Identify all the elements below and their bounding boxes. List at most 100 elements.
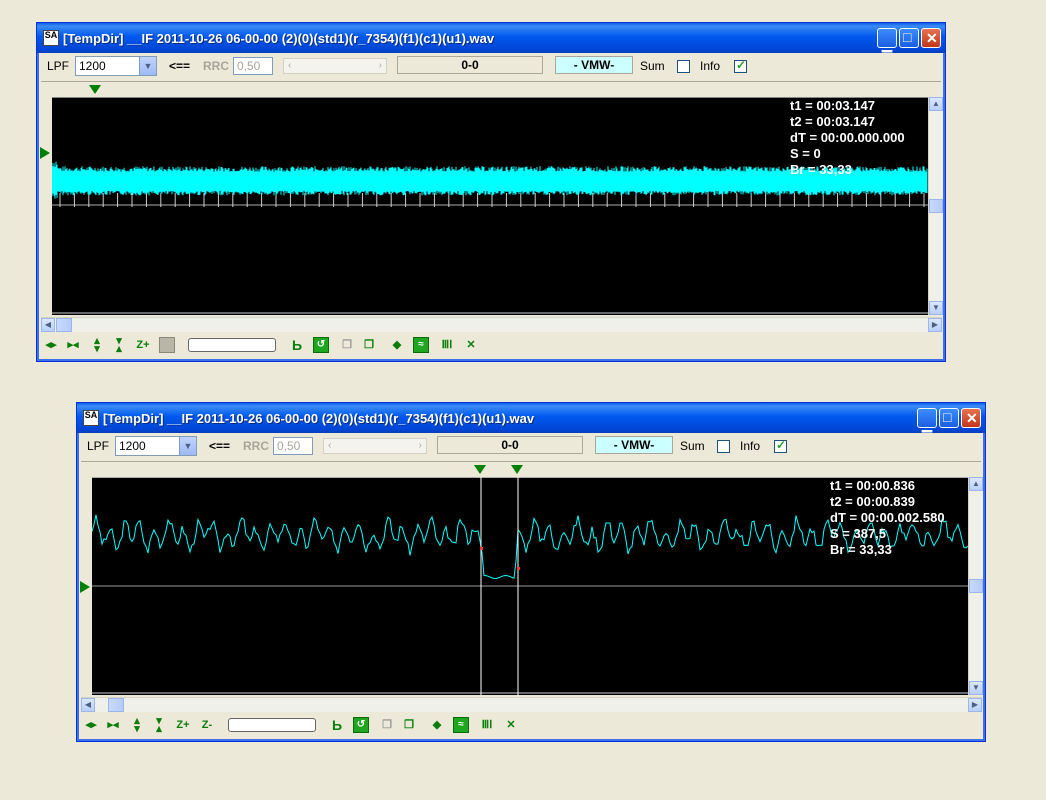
t2-readout: t2 = 00:00.839 xyxy=(830,494,915,509)
vmw-panel[interactable]: - VMW- xyxy=(595,436,673,454)
s-readout: S = 0 xyxy=(790,146,821,161)
toolbar: LPF 1200 ▼ <== RRC 0,50 ‹ › 0-0 - VMW- S… xyxy=(81,433,981,462)
rrc-input[interactable]: 0,50 xyxy=(273,437,313,455)
copy-icon[interactable]: ❐ xyxy=(401,717,417,733)
cursor-marker-top[interactable] xyxy=(89,85,103,97)
horizontal-scrollbar[interactable]: ◀ ▶ xyxy=(81,697,982,712)
close-button[interactable]: ✕ xyxy=(921,28,941,48)
vertical-scrollbar[interactable]: ▲ ▼ xyxy=(968,477,983,695)
slider-right-icon: › xyxy=(418,440,422,451)
zoom-in-icon[interactable]: Z+ xyxy=(133,337,153,353)
window-title: [TempDir] __IF 2011-10-26 06-00-00 (2)(0… xyxy=(63,31,495,46)
lpf-value: 1200 xyxy=(79,59,106,73)
refresh-icon[interactable]: ↺ xyxy=(353,717,369,733)
waveform-window-2: SA [TempDir] __IF 2011-10-26 06-00-00 (2… xyxy=(76,402,986,742)
diamond-icon[interactable]: ◆ xyxy=(429,717,445,733)
waveform-plot[interactable]: t1 = 00:03.147 t2 = 00:03.147 dT = 00:00… xyxy=(52,97,928,315)
apply-arrow-label[interactable]: <== xyxy=(169,59,190,73)
rrc-value: 0,50 xyxy=(277,439,301,453)
close-button[interactable]: ✕ xyxy=(961,408,981,428)
move-vertical-icon[interactable]: ▴ ▾ xyxy=(89,336,105,355)
scroll-thumb-horizontal[interactable] xyxy=(56,318,72,332)
wave-icon[interactable]: ≈ xyxy=(453,717,469,733)
sum-checkbox[interactable] xyxy=(677,60,690,73)
info-checkbox[interactable]: ✓ xyxy=(774,438,787,453)
cursor-point-t1 xyxy=(480,547,483,550)
info-checkbox[interactable]: ✓ xyxy=(734,58,747,73)
waveform-plot[interactable]: t1 = 00:00.836 t2 = 00:00.839 dT = 00:00… xyxy=(92,477,968,695)
t1-readout: t1 = 00:00.836 xyxy=(830,478,915,493)
apply-arrow-label[interactable]: <== xyxy=(209,439,230,453)
lpf-select[interactable]: 1200 ▼ xyxy=(115,436,197,456)
diamond-icon[interactable]: ◆ xyxy=(389,337,405,353)
move-horizontal-icon[interactable]: ◂▸ xyxy=(83,717,99,733)
scroll-thumb-vertical[interactable] xyxy=(969,579,983,593)
refresh-icon[interactable]: ↺ xyxy=(313,337,329,353)
level-marker-left[interactable] xyxy=(80,581,92,595)
minimize-button[interactable]: ▁ xyxy=(917,408,937,432)
zoom-fit-horizontal-icon[interactable]: ▸◂ xyxy=(65,337,81,353)
copy-disabled-icon[interactable]: ❐ xyxy=(339,337,355,353)
zoom-fit-horizontal-icon[interactable]: ▸◂ xyxy=(105,717,121,733)
chevron-down-icon[interactable]: ▼ xyxy=(139,57,156,75)
t1-readout: t1 = 00:03.147 xyxy=(790,98,875,113)
cursor-marker-t2[interactable] xyxy=(511,465,525,477)
cursor-marker-t1[interactable] xyxy=(474,465,488,477)
scroll-up-icon[interactable]: ▲ xyxy=(929,97,943,111)
marker-icon[interactable]: Ь xyxy=(329,717,345,733)
scroll-thumb-horizontal[interactable] xyxy=(108,698,124,712)
cursor-point-t2 xyxy=(517,567,520,570)
scroll-thumb-vertical[interactable] xyxy=(929,199,943,213)
chevron-down-icon[interactable]: ▼ xyxy=(179,437,196,455)
scroll-up-icon[interactable]: ▲ xyxy=(969,477,983,491)
rrc-input[interactable]: 0,50 xyxy=(233,57,273,75)
level-marker-left[interactable] xyxy=(40,147,52,161)
scroll-right-icon[interactable]: ▶ xyxy=(928,318,942,332)
move-vertical-icon[interactable]: ▴ ▾ xyxy=(129,716,145,735)
comb-icon[interactable]: ⅢⅠ xyxy=(439,337,455,353)
rrc-slider[interactable]: ‹ › xyxy=(283,58,387,74)
title-bar[interactable]: SA [TempDir] __IF 2011-10-26 06-00-00 (2… xyxy=(77,403,985,433)
move-horizontal-icon[interactable]: ◂▸ xyxy=(43,337,59,353)
br-readout: Br = 33,33 xyxy=(790,162,852,177)
zoom-fit-vertical-icon[interactable]: ▾ ▴ xyxy=(151,716,167,735)
dt-readout: dT = 00:00.002.580 xyxy=(830,510,945,525)
cross-arrows-icon[interactable]: ✕ xyxy=(463,337,479,353)
horizontal-scrollbar[interactable]: ◀ ▶ xyxy=(41,317,942,332)
position-panel: 0-0 xyxy=(397,56,543,74)
comb-icon[interactable]: ⅢⅠ xyxy=(479,717,495,733)
maximize-button[interactable]: □ xyxy=(899,28,919,48)
scroll-left-icon[interactable]: ◀ xyxy=(81,698,95,712)
maximize-button[interactable]: □ xyxy=(939,408,959,428)
zoom-out-icon[interactable]: Z- xyxy=(197,717,217,733)
marker-icon[interactable]: Ь xyxy=(289,337,305,353)
vmw-panel[interactable]: - VMW- xyxy=(555,56,633,74)
scroll-right-icon[interactable]: ▶ xyxy=(968,698,982,712)
progress-bar xyxy=(228,718,316,732)
sum-checkbox[interactable] xyxy=(717,440,730,453)
position-panel: 0-0 xyxy=(437,436,583,454)
slider-left-icon: ‹ xyxy=(288,60,292,71)
scroll-down-icon[interactable]: ▼ xyxy=(929,301,943,315)
copy-icon[interactable]: ❐ xyxy=(361,337,377,353)
rrc-slider[interactable]: ‹ › xyxy=(323,438,427,454)
s-readout: S = 387,5 xyxy=(830,526,887,541)
lpf-label: LPF xyxy=(87,439,110,453)
minimize-button[interactable]: ▁ xyxy=(877,28,897,52)
lpf-select[interactable]: 1200 ▼ xyxy=(75,56,157,76)
vertical-scrollbar[interactable]: ▲ ▼ xyxy=(928,97,943,315)
waveform-window-1: SA [TempDir] __IF 2011-10-26 06-00-00 (2… xyxy=(36,22,946,362)
cross-arrows-icon[interactable]: ✕ xyxy=(503,717,519,733)
info-overlay: t1 = 00:03.147 t2 = 00:03.147 dT = 00:00… xyxy=(790,98,905,178)
app-icon: SA xyxy=(83,410,99,426)
copy-disabled-icon[interactable]: ❐ xyxy=(379,717,395,733)
scroll-left-icon[interactable]: ◀ xyxy=(41,318,55,332)
scroll-down-icon[interactable]: ▼ xyxy=(969,681,983,695)
info-label: Info xyxy=(700,59,721,73)
title-bar[interactable]: SA [TempDir] __IF 2011-10-26 06-00-00 (2… xyxy=(37,23,945,53)
wave-icon[interactable]: ≈ xyxy=(413,337,429,353)
checkmark-icon: ✓ xyxy=(736,58,747,72)
zoom-fit-vertical-icon[interactable]: ▾ ▴ xyxy=(111,336,127,355)
blank-square-icon[interactable] xyxy=(159,337,175,353)
zoom-in-icon[interactable]: Z+ xyxy=(173,717,193,733)
